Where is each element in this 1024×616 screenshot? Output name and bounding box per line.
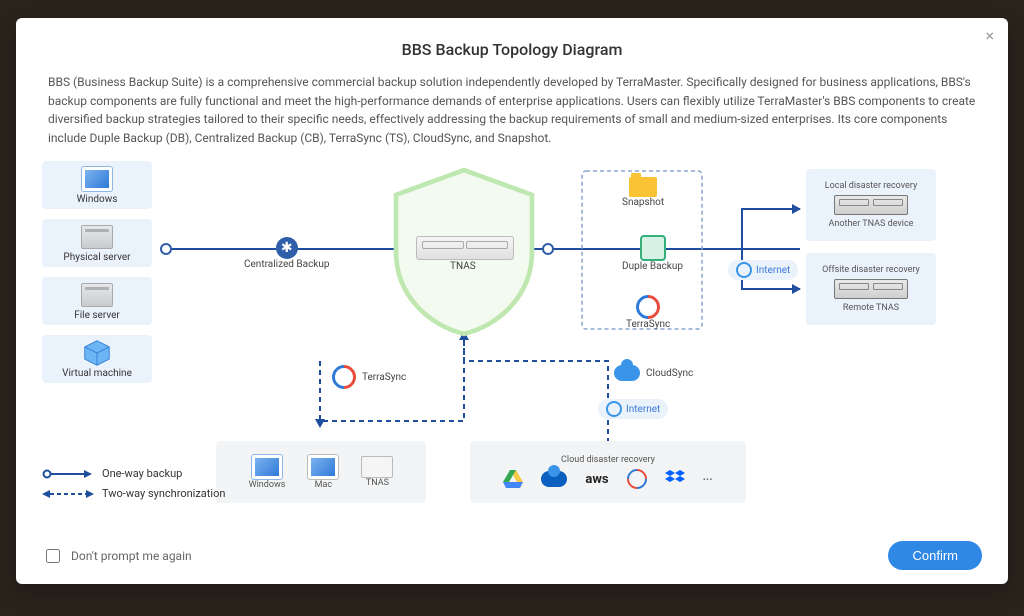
baidu-icon xyxy=(622,465,650,493)
tnas-label: TNAS xyxy=(450,261,476,272)
label: Virtual machine xyxy=(62,368,132,379)
source-card-file-server: File server xyxy=(42,277,152,325)
cube-icon xyxy=(81,340,113,366)
terrasync-clients-card: Windows Mac TNAS xyxy=(216,441,426,503)
label: Internet xyxy=(756,265,790,276)
label: Windows xyxy=(77,194,118,205)
offsite-dr-card: Offsite disaster recovery Remote TNAS xyxy=(806,253,936,325)
client-mac: Mac xyxy=(307,454,339,490)
more-providers: ··· xyxy=(703,473,713,486)
label: Remote TNAS xyxy=(843,303,899,313)
rack-icon xyxy=(834,279,908,299)
terrasync-branch-node: TerraSync xyxy=(332,365,406,389)
cloud-icon xyxy=(614,365,640,381)
disk-icon xyxy=(640,235,666,261)
label: Offsite disaster recovery xyxy=(822,265,920,275)
source-card-physical-server: Physical server xyxy=(42,219,152,267)
close-icon[interactable]: × xyxy=(985,28,994,44)
duple-backup-node: Duple Backup xyxy=(622,235,683,272)
modal-dialog: × BBS Backup Topology Diagram BBS (Busin… xyxy=(16,18,1008,584)
cloud-dr-card: Cloud disaster recovery aws ··· xyxy=(470,441,746,503)
globe-icon xyxy=(736,262,752,278)
dialog-footer: Don't prompt me again Confirm xyxy=(42,541,982,570)
centralized-backup-node: ✱ Centralized Backup xyxy=(244,237,330,270)
server-icon xyxy=(81,224,113,250)
confirm-button[interactable]: Confirm xyxy=(888,541,982,570)
label: Cloud disaster recovery xyxy=(561,455,655,465)
tnas-small-icon xyxy=(361,456,393,478)
local-dr-card: Local disaster recovery Another TNAS dev… xyxy=(806,169,936,241)
windows-icon xyxy=(81,166,113,192)
label: Local disaster recovery xyxy=(825,181,917,191)
internet-badge: Internet xyxy=(728,260,798,280)
terrasync-node: TerraSync xyxy=(626,295,670,330)
mac-icon xyxy=(307,454,339,480)
client-windows: Windows xyxy=(249,454,286,490)
topology-diagram: TNAS ✱ Centralized Backup Windows Physic… xyxy=(42,161,982,529)
google-drive-icon xyxy=(503,470,523,488)
centralized-backup-icon: ✱ xyxy=(276,237,298,259)
onedrive-icon xyxy=(541,471,567,487)
legend-two-way: Two-way synchronization xyxy=(42,487,225,500)
snapshot-node: Snapshot xyxy=(622,177,664,208)
sync-icon xyxy=(327,360,361,394)
arrow-icon xyxy=(792,204,801,214)
file-server-icon xyxy=(81,282,113,308)
windows-icon xyxy=(251,454,283,480)
arrow-icon xyxy=(792,284,801,294)
globe-icon xyxy=(606,401,622,417)
cloudsync-node: CloudSync xyxy=(614,365,693,381)
rack-icon xyxy=(834,195,908,215)
arrow-icon xyxy=(315,419,325,428)
checkbox-input[interactable] xyxy=(46,549,60,563)
label: Another TNAS device xyxy=(829,219,914,229)
label: Physical server xyxy=(63,252,130,263)
folder-icon xyxy=(629,177,657,197)
label: Don't prompt me again xyxy=(71,549,192,563)
label: File server xyxy=(74,310,120,321)
internet-badge: Internet xyxy=(598,399,668,419)
source-card-windows: Windows xyxy=(42,161,152,209)
description-text: BBS (Business Backup Suite) is a compreh… xyxy=(48,73,976,147)
source-card-virtual-machine: Virtual machine xyxy=(42,335,152,383)
label: Internet xyxy=(626,404,660,415)
dialog-title: BBS Backup Topology Diagram xyxy=(42,40,982,59)
legend-one-way: One-way backup xyxy=(42,467,182,480)
client-tnas: TNAS xyxy=(361,456,393,488)
aws-icon: aws xyxy=(585,472,608,487)
dont-prompt-checkbox[interactable]: Don't prompt me again xyxy=(42,546,192,566)
tnas-device-icon xyxy=(416,236,514,260)
dropbox-icon xyxy=(665,470,685,488)
